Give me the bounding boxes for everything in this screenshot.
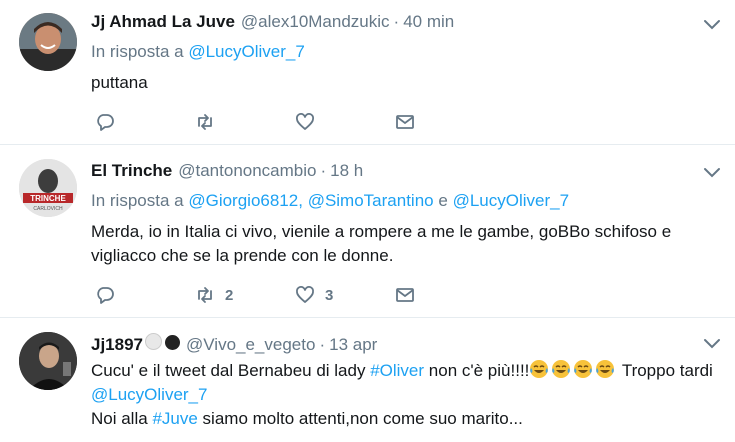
tweet-2[interactable]: TRINCHE CARLOVICH El Trinche @tantononca…	[0, 145, 735, 318]
hashtag-link[interactable]: #Juve	[152, 409, 197, 428]
mention-link[interactable]: @Giorgio6812,	[188, 191, 303, 210]
heart-icon	[296, 286, 314, 303]
tears-of-joy-emoji	[530, 360, 549, 378]
reply-prefix: In risposta a	[91, 191, 184, 210]
tweet-time[interactable]: 13 apr	[329, 335, 377, 355]
text-segment: Troppo tardi	[621, 361, 713, 380]
chevron-down-icon[interactable]	[703, 163, 721, 181]
text-segment: Noi alla	[91, 409, 148, 428]
user-handle[interactable]: @tantononcambio	[178, 161, 316, 181]
reply-and: e	[438, 191, 448, 210]
mention-link[interactable]: @LucyOliver_7	[188, 42, 304, 61]
like-button[interactable]	[295, 112, 395, 132]
mention-link[interactable]: @LucyOliver_7	[91, 385, 207, 404]
white-circle-emoji	[145, 333, 162, 350]
avatar-caption-small: CARLOVICH	[33, 206, 63, 212]
text-segment: siamo molto attenti,non come suo marito.…	[202, 409, 523, 428]
user-name[interactable]: Jj Ahmad La Juve	[91, 12, 235, 32]
direct-message-button[interactable]	[395, 112, 495, 132]
avatar[interactable]: TRINCHE CARLOVICH	[19, 159, 77, 217]
text-segment: non c'è più!!!!	[428, 361, 530, 380]
tweet-time[interactable]: 18 h	[330, 161, 363, 181]
user-handle[interactable]: @Vivo_e_vegeto	[186, 335, 315, 355]
envelope-icon	[396, 115, 414, 129]
tweet-header: El Trinche @tantononcambio · 18 h	[91, 161, 719, 183]
envelope-icon	[396, 288, 414, 302]
retweet-icon	[198, 114, 212, 130]
retweet-button[interactable]: 2	[195, 285, 295, 305]
like-button[interactable]: 3	[295, 285, 395, 305]
retweet-icon	[198, 287, 212, 303]
tears-of-joy-emoji	[596, 360, 615, 378]
tears-of-joy-emoji	[574, 360, 593, 378]
user-name[interactable]: Jj1897	[91, 335, 143, 355]
black-circle-emoji	[165, 335, 180, 350]
chevron-down-icon[interactable]	[703, 15, 721, 33]
reply-icon	[97, 287, 114, 304]
direct-message-button[interactable]	[395, 285, 495, 305]
avatar-caption: TRINCHE	[30, 194, 66, 203]
separator-dot: ·	[320, 161, 327, 180]
tweet-text: Cucu' e il tweet dal Bernabeu di lady #O…	[91, 359, 719, 431]
tweet-text: Merda, io in Italia ci vivo, vienile a r…	[91, 222, 672, 265]
tweet-3[interactable]: Jj1897 @Vivo_e_vegeto · 13 apr Cucu' e i…	[0, 318, 735, 442]
mention-link[interactable]: @SimoTarantino	[308, 191, 434, 210]
tweet-actions: 2 3	[95, 285, 495, 305]
reply-button[interactable]	[95, 112, 195, 132]
heart-icon	[296, 113, 314, 130]
reply-icon	[97, 114, 114, 131]
avatar[interactable]	[19, 332, 77, 390]
separator-dot: ·	[393, 12, 400, 31]
reply-context: In risposta a @LucyOliver_7	[91, 42, 719, 62]
avatar[interactable]	[19, 13, 77, 71]
tweet-text: puttana	[91, 73, 148, 92]
reply-prefix: In risposta a	[91, 42, 184, 61]
tweet-1[interactable]: Jj Ahmad La Juve @alex10Mandzukic · 40 m…	[0, 0, 735, 145]
tweet-header: Jj1897 @Vivo_e_vegeto · 13 apr	[91, 333, 719, 355]
retweet-count: 2	[225, 286, 234, 304]
tweet-time[interactable]: 40 min	[403, 12, 454, 32]
tweet-header: Jj Ahmad La Juve @alex10Mandzukic · 40 m…	[91, 12, 719, 34]
retweet-button[interactable]	[195, 112, 295, 132]
mention-link[interactable]: @LucyOliver_7	[453, 191, 569, 210]
user-name[interactable]: El Trinche	[91, 161, 172, 181]
chevron-down-icon[interactable]	[703, 334, 721, 352]
reply-button[interactable]	[95, 285, 195, 305]
user-handle[interactable]: @alex10Mandzukic	[241, 12, 390, 32]
text-segment: Cucu' e il tweet dal Bernabeu di lady	[91, 361, 366, 380]
separator-dot: ·	[319, 335, 326, 354]
hashtag-link[interactable]: #Oliver	[370, 361, 424, 380]
reply-context: In risposta a @Giorgio6812, @SimoTaranti…	[91, 191, 719, 211]
like-count: 3	[325, 286, 334, 304]
tweet-actions	[95, 112, 495, 132]
tears-of-joy-emoji	[552, 360, 571, 378]
